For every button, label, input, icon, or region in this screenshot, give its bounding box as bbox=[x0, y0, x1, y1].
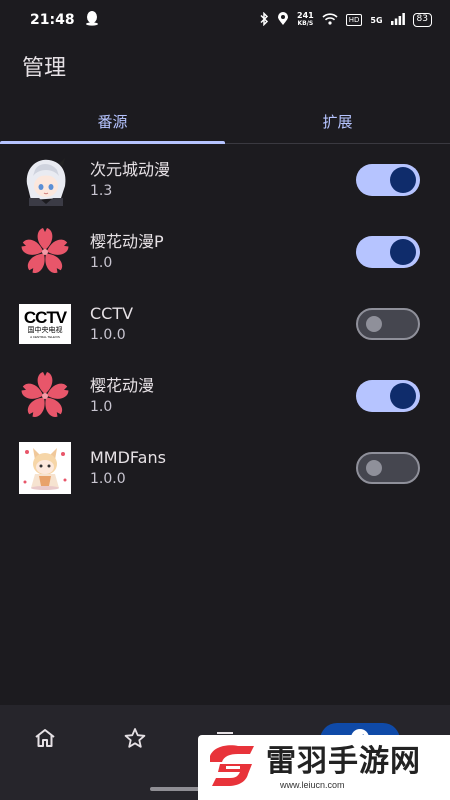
list-item[interactable]: MMDFans 1.0.0 bbox=[0, 432, 450, 504]
source-version: 1.0 bbox=[90, 399, 113, 415]
hd-badge: HD bbox=[345, 14, 363, 26]
watermark-url: www.leiucn.com bbox=[280, 779, 345, 790]
source-list: 次元城动漫 1.3 樱花动漫P 1.0 CCTV 国中央电视 A CENTRAL… bbox=[0, 144, 450, 504]
status-time: 21:48 bbox=[30, 12, 75, 28]
source-enable-toggle[interactable] bbox=[356, 164, 420, 196]
watermark-title: 雷羽手游网 bbox=[266, 743, 421, 779]
toggle-knob bbox=[366, 460, 382, 476]
list-item[interactable]: 樱花动漫 1.0 bbox=[0, 360, 450, 432]
toggle-knob bbox=[390, 239, 416, 265]
nav-home[interactable] bbox=[0, 705, 90, 775]
cctv-logo-icon: CCTV 国中央电视 A CENTRAL TELEVIS bbox=[18, 297, 72, 351]
source-name: MMDFans bbox=[90, 448, 166, 467]
list-item[interactable]: 次元城动漫 1.3 bbox=[0, 144, 450, 216]
source-enable-toggle[interactable] bbox=[356, 308, 420, 340]
watermark-logo-icon bbox=[204, 738, 260, 798]
signal-label: 5G bbox=[370, 15, 383, 25]
source-name: 樱花动漫P bbox=[90, 232, 164, 251]
page-title: 管理 bbox=[22, 56, 67, 81]
list-item[interactable]: CCTV 国中央电视 A CENTRAL TELEVIS CCTV 1.0.0 bbox=[0, 288, 450, 360]
cctv-logo-text: CCTV bbox=[23, 308, 67, 327]
toggle-knob bbox=[390, 383, 416, 409]
source-version: 1.3 bbox=[90, 183, 113, 199]
sakura-flower-icon bbox=[18, 225, 72, 279]
chibi-character-icon bbox=[18, 441, 72, 495]
net-speed-value: 241 bbox=[297, 11, 314, 20]
bluetooth-icon bbox=[259, 11, 269, 29]
source-name: CCTV bbox=[90, 304, 134, 323]
anime-girl-avatar-icon bbox=[18, 153, 72, 207]
net-speed-unit: KB/S bbox=[297, 20, 314, 27]
source-enable-toggle[interactable] bbox=[356, 236, 420, 268]
wifi-icon bbox=[322, 12, 338, 28]
tab-sources[interactable]: 番源 bbox=[0, 100, 225, 144]
toggle-knob bbox=[366, 316, 382, 332]
cctv-logo-subtext: 国中央电视 bbox=[27, 327, 63, 334]
toggle-knob bbox=[390, 167, 416, 193]
list-item[interactable]: 樱花动漫P 1.0 bbox=[0, 216, 450, 288]
signal-bars-icon bbox=[390, 12, 405, 28]
sakura-flower-icon bbox=[18, 369, 72, 423]
net-speed: 241 KB/S bbox=[297, 12, 314, 28]
tab-extensions[interactable]: 扩展 bbox=[225, 100, 450, 143]
star-icon bbox=[124, 727, 146, 753]
source-name: 樱花动漫 bbox=[90, 376, 155, 395]
source-version: 1.0.0 bbox=[90, 327, 126, 343]
nav-favorites[interactable] bbox=[90, 705, 180, 775]
source-enable-toggle[interactable] bbox=[356, 452, 420, 484]
source-version: 1.0 bbox=[90, 255, 113, 271]
status-bar: 21:48 241 KB/S HD 5G 83 bbox=[0, 0, 450, 40]
cctv-logo-small: A CENTRAL TELEVIS bbox=[30, 335, 60, 339]
watermark: 雷羽手游网 www.leiucn.com bbox=[198, 735, 450, 800]
tab-bar: 番源 扩展 bbox=[0, 100, 450, 144]
source-name: 次元城动漫 bbox=[90, 160, 171, 179]
source-version: 1.0.0 bbox=[90, 471, 126, 487]
home-icon bbox=[34, 728, 56, 752]
location-icon bbox=[277, 11, 289, 29]
battery-indicator: 83 bbox=[412, 13, 432, 27]
qq-icon bbox=[85, 10, 99, 30]
source-enable-toggle[interactable] bbox=[356, 380, 420, 412]
